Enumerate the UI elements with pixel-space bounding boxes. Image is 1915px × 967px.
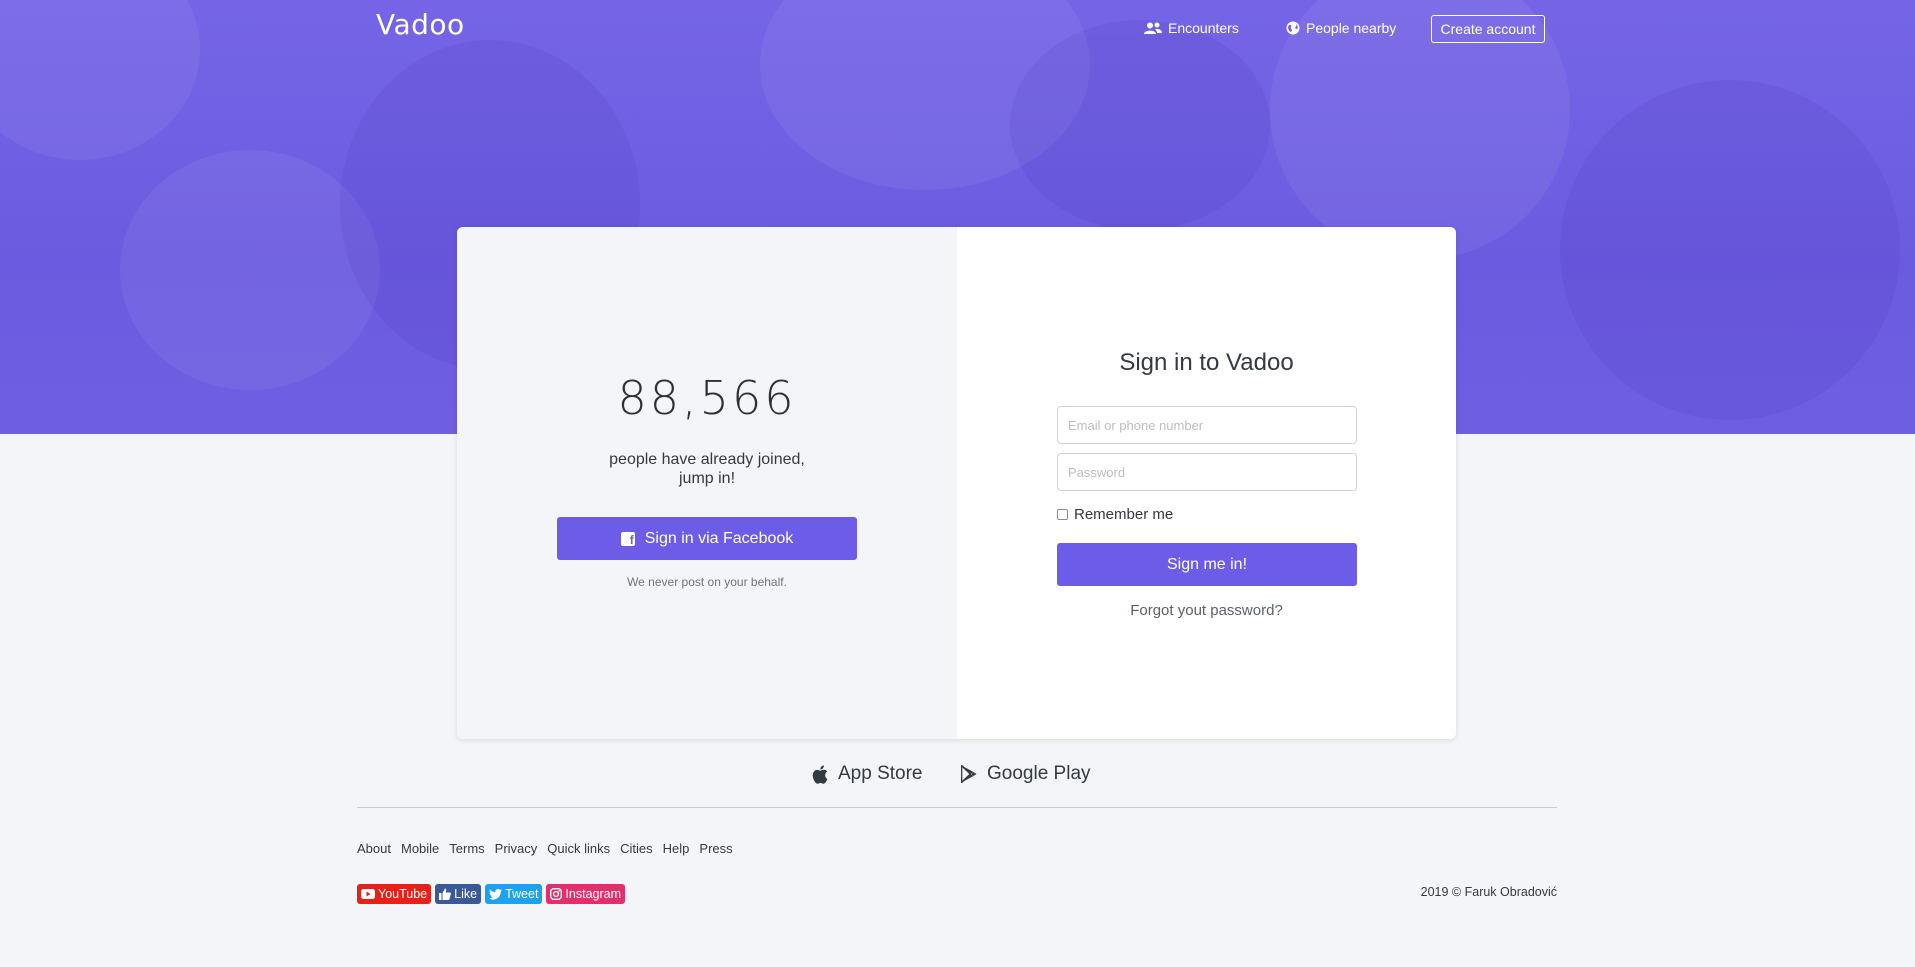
app-store-link[interactable]: App Store	[812, 763, 923, 785]
remember-me-checkbox[interactable]	[1057, 509, 1068, 520]
like-button[interactable]: Like	[435, 884, 482, 904]
facebook-signin-button[interactable]: f Sign in via Facebook	[557, 517, 857, 560]
nav-people-nearby[interactable]: People nearby	[1286, 20, 1396, 36]
app-store-links: App Store Google Play	[0, 763, 1915, 789]
tweet-label: Tweet	[505, 887, 539, 901]
apple-icon	[812, 764, 828, 784]
footer-divider	[357, 807, 1557, 808]
footer-link-about[interactable]: About	[357, 841, 391, 856]
sign-in-button[interactable]: Sign me in!	[1057, 543, 1357, 586]
create-account-button[interactable]: Create account	[1431, 15, 1545, 43]
footer-link-cities[interactable]: Cities	[620, 841, 653, 856]
top-navbar: Vadoo Encounters People nearby Create ac…	[0, 0, 1915, 58]
member-count: 88,566	[617, 371, 797, 425]
users-icon	[1144, 22, 1162, 34]
footer-link-privacy[interactable]: Privacy	[495, 841, 538, 856]
footer-link-help[interactable]: Help	[663, 841, 690, 856]
forgot-password-link[interactable]: Forgot yout password?	[957, 602, 1456, 619]
app-store-label: App Store	[838, 763, 923, 784]
tweet-button[interactable]: Tweet	[485, 884, 543, 904]
instagram-label: Instagram	[565, 887, 622, 901]
facebook-icon: f	[620, 531, 635, 546]
thumbs-up-icon	[439, 888, 451, 900]
joined-line-1: people have already joined,	[609, 451, 805, 468]
remember-me[interactable]: Remember me	[1057, 506, 1173, 523]
footer-link-quick-links[interactable]: Quick links	[547, 841, 610, 856]
promo-panel: 88,566 people have already joined, jump …	[457, 227, 957, 739]
nav-encounters[interactable]: Encounters	[1144, 20, 1239, 36]
youtube-label: YouTube	[378, 887, 428, 901]
privacy-note: We never post on your behalf.	[627, 575, 787, 589]
email-field[interactable]	[1057, 406, 1357, 444]
nav-people-nearby-label: People nearby	[1306, 20, 1397, 36]
facebook-signin-label: Sign in via Facebook	[644, 529, 794, 547]
password-field[interactable]	[1057, 453, 1357, 491]
footer-links: About Mobile Terms Privacy Quick links C…	[357, 841, 743, 856]
youtube-button[interactable]: YouTube	[357, 884, 432, 904]
youtube-icon	[361, 889, 375, 899]
google-play-label: Google Play	[987, 763, 1091, 784]
footer-link-press[interactable]: Press	[699, 841, 732, 856]
instagram-button[interactable]: Instagram	[546, 884, 626, 904]
joined-text: people have already joined, jump in!	[457, 450, 957, 488]
nav-encounters-label: Encounters	[1168, 20, 1239, 36]
footer-link-terms[interactable]: Terms	[449, 841, 484, 856]
signin-panel: Sign in to Vadoo Remember me Sign me in!…	[957, 227, 1456, 739]
like-label: Like	[454, 887, 478, 901]
globe-icon	[1286, 21, 1300, 35]
footer-link-mobile[interactable]: Mobile	[401, 841, 439, 856]
login-card: 88,566 people have already joined, jump …	[457, 227, 1456, 739]
google-play-link[interactable]: Google Play	[961, 763, 1091, 785]
twitter-icon	[489, 888, 503, 900]
remember-me-label: Remember me	[1074, 506, 1174, 523]
signin-title: Sign in to Vadoo	[1119, 349, 1294, 376]
social-buttons: YouTube Like Tweet Instagram	[357, 884, 629, 904]
google-play-icon	[961, 765, 977, 783]
joined-line-2: jump in!	[678, 470, 736, 487]
copyright-text: 2019 © Faruk Obradović	[1420, 885, 1557, 899]
vadoo-logo[interactable]: Vadoo	[376, 8, 465, 41]
instagram-icon	[550, 888, 563, 900]
